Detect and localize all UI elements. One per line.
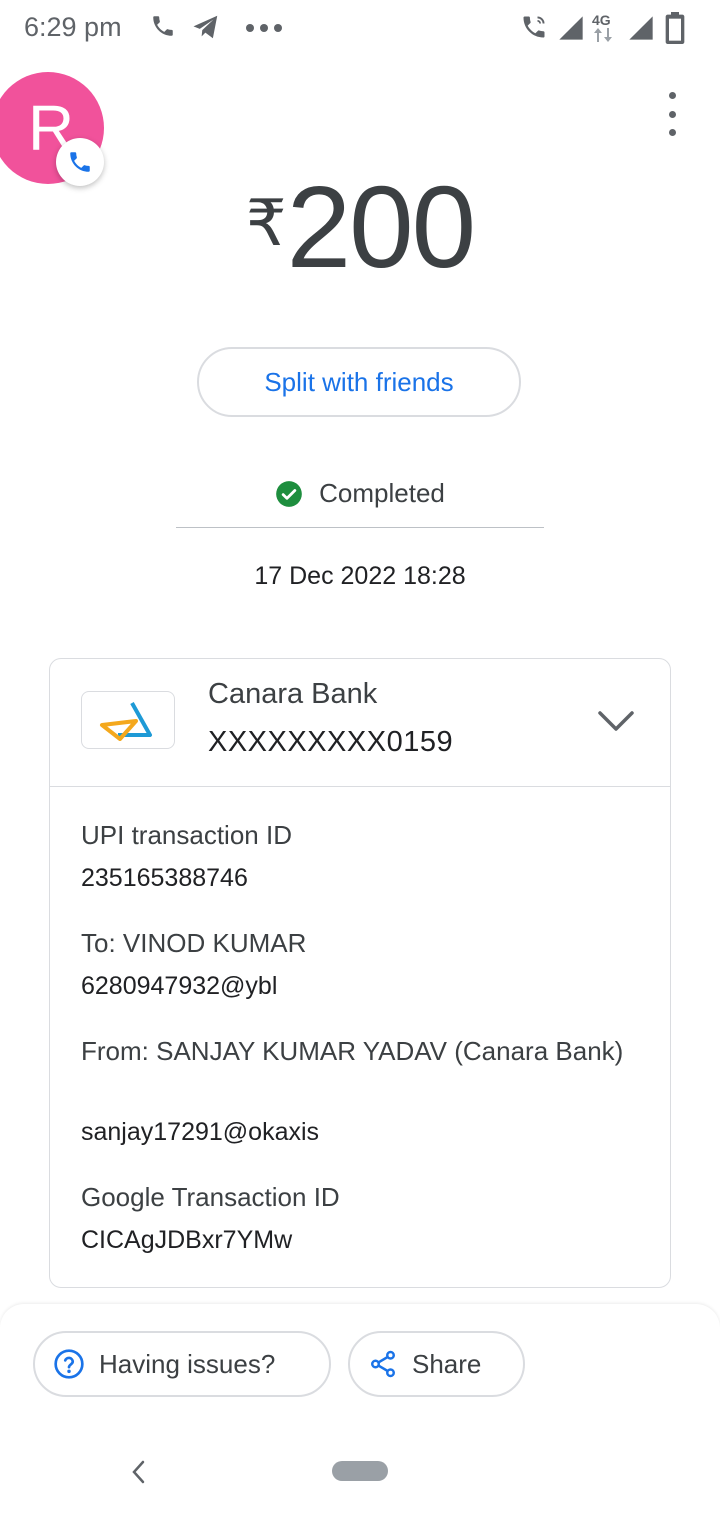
google-txn-label: Google Transaction ID xyxy=(81,1182,340,1212)
signal-2-icon xyxy=(629,16,653,40)
share-button[interactable]: Share xyxy=(348,1331,525,1397)
upi-id-value: 235165388746 xyxy=(81,864,248,892)
bank-logo xyxy=(81,691,175,749)
share-label: Share xyxy=(412,1348,482,1379)
payment-amount: ₹200 xyxy=(0,160,720,294)
share-icon xyxy=(371,1350,395,1378)
to-label: To: VINOD KUMAR xyxy=(81,928,307,958)
status-time: 6:29 pm xyxy=(24,12,122,42)
status-divider xyxy=(176,527,544,528)
upi-id-label: UPI transaction ID xyxy=(81,820,292,850)
telegram-icon xyxy=(193,15,218,39)
signal-icon xyxy=(559,16,583,40)
more-options-icon[interactable] xyxy=(656,92,688,136)
google-txn-value: CICAgJDBxr7YMw xyxy=(81,1226,293,1254)
transaction-status: Completed xyxy=(0,478,720,509)
home-nav-pill[interactable] xyxy=(332,1461,388,1481)
having-issues-label: Having issues? xyxy=(99,1348,276,1379)
amount-value: 200 xyxy=(286,162,477,292)
split-with-friends-button[interactable]: Split with friends xyxy=(197,347,521,417)
network-type: 4G xyxy=(592,12,611,28)
back-nav-icon[interactable] xyxy=(128,1458,150,1486)
phone-call-icon xyxy=(153,16,173,36)
more-notifications-icon xyxy=(246,24,282,32)
help-circle-icon xyxy=(54,1349,84,1379)
status-label: Completed xyxy=(319,478,445,508)
data-arrows-icon xyxy=(594,28,612,42)
battery-icon xyxy=(665,12,685,44)
having-issues-button[interactable]: Having issues? xyxy=(33,1331,331,1397)
canara-bank-logo-icon xyxy=(100,702,152,741)
wifi-calling-icon xyxy=(523,16,545,38)
currency-symbol: ₹ xyxy=(245,187,287,259)
from-value: sanjay17291@okaxis xyxy=(81,1118,320,1146)
to-value: 6280947932@ybl xyxy=(81,972,278,1000)
from-label: From: SANJAY KUMAR YADAV (Canara Bank) xyxy=(81,1036,624,1066)
bank-account-number: XXXXXXXXX0159 xyxy=(208,726,454,758)
check-circle-icon xyxy=(276,480,302,507)
card-divider xyxy=(50,786,670,787)
transaction-datetime: 17 Dec 2022 18:28 xyxy=(254,562,466,590)
bank-name: Canara Bank xyxy=(208,678,378,710)
chevron-down-icon[interactable] xyxy=(596,704,636,738)
